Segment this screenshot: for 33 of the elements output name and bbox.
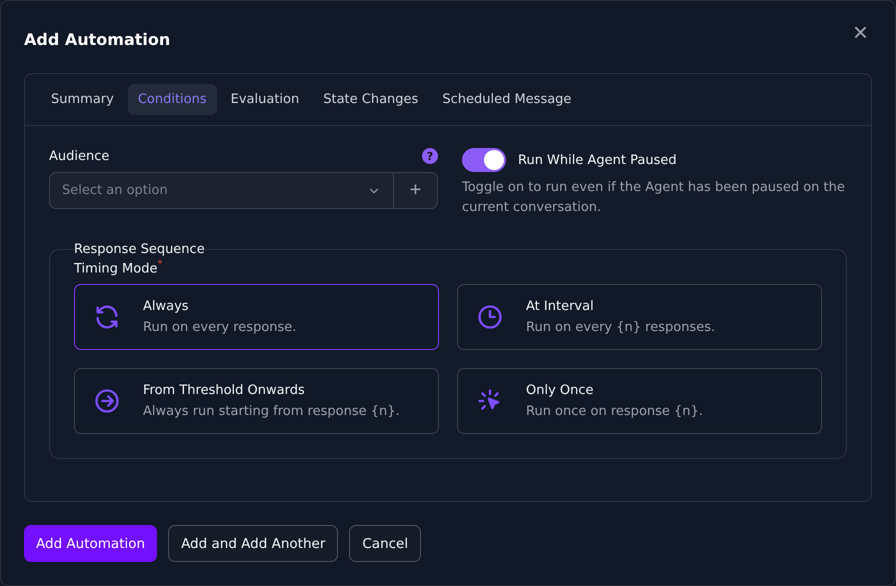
arrow-circle-icon — [93, 387, 121, 416]
option-card[interactable]: Always Run on every response. — [74, 284, 439, 350]
field-label: Timing Mode$^{*}$ — [74, 259, 164, 276]
add-button[interactable]: + — [393, 172, 438, 209]
help-text: Toggle on to run even if the Agent has been paused on the current conversation. — [462, 179, 846, 217]
help-button[interactable]: ? — [422, 148, 438, 164]
action-button[interactable]: Add and Add Another — [168, 525, 338, 562]
fieldset-legend: Response Sequence — [74, 242, 205, 257]
action-button[interactable]: Cancel — [349, 525, 422, 562]
toggle-switch[interactable] — [462, 148, 506, 172]
option-description: Run once on response {n}. — [526, 404, 703, 420]
option-title: Only Once — [526, 383, 595, 398]
tab[interactable]: Evaluation — [220, 84, 310, 115]
tab[interactable]: Summary — [41, 84, 124, 115]
add-automation-button[interactable]: Add Automation — [24, 525, 158, 562]
toggle-label: Run While Agent Paused — [518, 152, 677, 168]
option-title: At Interval — [526, 299, 595, 314]
close-button[interactable]: × — [848, 19, 872, 45]
option-card[interactable]: At Interval Run on every {n} responses. — [457, 284, 822, 350]
tab[interactable]: Conditions — [128, 84, 217, 115]
option-description: Run on every response. — [143, 320, 296, 336]
option-card[interactable]: Only Once Run once on response {n}. — [457, 368, 822, 434]
clock-icon — [476, 303, 504, 332]
option-description: Run on every {n} responses. — [526, 320, 716, 336]
option-title: From Threshold Onwards — [143, 383, 306, 398]
option-title: Always — [143, 299, 190, 314]
option-card[interactable]: From Threshold Onwards Always run starting from response {n}. — [74, 368, 439, 434]
field-label: Audience — [49, 148, 110, 164]
tab[interactable]: Scheduled Message — [432, 84, 582, 115]
tab[interactable]: State Changes — [313, 84, 428, 115]
option-description: Always run starting from response {n}. — [143, 404, 400, 420]
audience-select[interactable]: Select an option — [49, 172, 393, 209]
dialog-title: Add Automation — [24, 30, 170, 48]
